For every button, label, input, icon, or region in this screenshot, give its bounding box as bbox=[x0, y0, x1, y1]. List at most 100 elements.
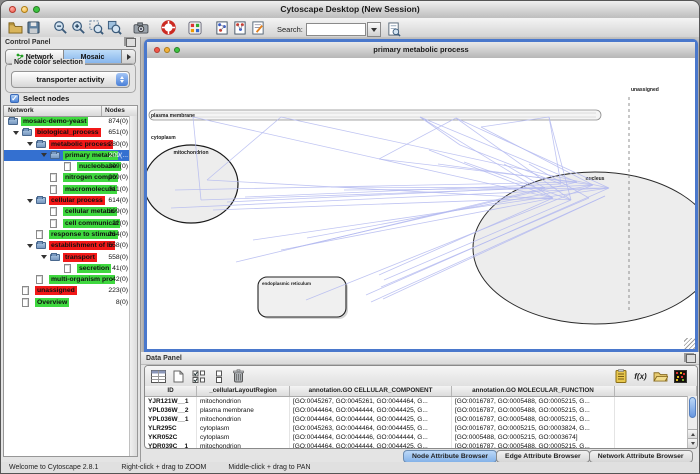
float-panel-icon[interactable] bbox=[126, 38, 136, 47]
graph-edge[interactable] bbox=[331, 187, 545, 188]
tree-row[interactable]: Overview8(0) bbox=[4, 297, 130, 308]
network-canvas[interactable]: plasma membranecytoplasmmitochondrionnuc… bbox=[147, 58, 695, 349]
control-panel: Control Panel Network Mosaic Node color … bbox=[1, 37, 141, 464]
graph-edge[interactable] bbox=[207, 117, 281, 180]
import-network-icon[interactable] bbox=[213, 19, 231, 36]
table-row[interactable]: YJR121W__1mitochondrion[GO:0045267, GO:0… bbox=[145, 397, 697, 406]
disclosure-triangle-icon[interactable] bbox=[13, 131, 19, 135]
annotation-icon[interactable] bbox=[249, 19, 267, 36]
tree-row[interactable]: transport558(0) bbox=[4, 252, 130, 263]
table-cell: mitochondrion bbox=[197, 415, 290, 424]
delete-attribute-icon[interactable] bbox=[230, 368, 247, 384]
import-table-icon[interactable] bbox=[231, 19, 249, 36]
tree-node-count: 264(0) bbox=[108, 230, 128, 239]
zoom-selected-icon[interactable] bbox=[87, 19, 105, 36]
tree-node-count: 558(0) bbox=[108, 241, 128, 250]
advanced-search-icon[interactable] bbox=[385, 21, 403, 38]
disclosure-triangle-icon[interactable] bbox=[27, 244, 33, 248]
save-session-icon[interactable] bbox=[24, 19, 42, 36]
zoom-in-icon[interactable] bbox=[69, 19, 87, 36]
column-header[interactable]: annotation.GO MOLECULAR_FUNCTION bbox=[452, 386, 615, 396]
table-row[interactable]: YPL036W__1mitochondrion[GO:0044464, GO:0… bbox=[145, 415, 697, 424]
frame-close-button[interactable] bbox=[154, 47, 160, 53]
frame-minimize-button[interactable] bbox=[164, 47, 170, 53]
import-attributes-icon[interactable] bbox=[612, 368, 629, 384]
tree-row[interactable]: response to stimulu264(0) bbox=[4, 229, 130, 240]
scroll-down-button[interactable] bbox=[688, 438, 697, 448]
disclosure-triangle-icon[interactable] bbox=[27, 199, 33, 203]
help-icon[interactable] bbox=[159, 19, 177, 36]
table-scrollbar[interactable] bbox=[687, 396, 697, 448]
column-header-filler bbox=[615, 386, 697, 396]
tree-scrollbar[interactable] bbox=[129, 116, 137, 456]
graph-edge[interactable] bbox=[379, 118, 456, 159]
table-row[interactable]: YLR295Ccytoplasm[GO:0045263, GO:0044464,… bbox=[145, 424, 697, 433]
zoom-out-icon[interactable] bbox=[51, 19, 69, 36]
file-icon bbox=[36, 275, 43, 284]
tree-row[interactable]: metabolic process280(0) bbox=[4, 139, 130, 150]
unselect-attributes-icon[interactable] bbox=[210, 368, 227, 384]
table-cell: YJR121W__1 bbox=[145, 397, 197, 406]
tree-row[interactable]: cellular metabo209(0) bbox=[4, 206, 130, 217]
file-icon bbox=[50, 219, 57, 228]
attribute-table-icon[interactable] bbox=[150, 368, 167, 384]
tree-node-count: 558(0) bbox=[108, 253, 128, 262]
table-row[interactable]: YPL036W__2plasma membrane[GO:0044464, GO… bbox=[145, 406, 697, 415]
open-session-icon[interactable] bbox=[6, 19, 24, 36]
tree-row[interactable]: biological_process651(0) bbox=[4, 127, 130, 138]
tree-node-label: cellular process bbox=[49, 196, 105, 205]
select-nodes-checkbox[interactable] bbox=[10, 94, 19, 103]
zoom-button[interactable] bbox=[33, 6, 40, 13]
matrix-view-icon[interactable] bbox=[672, 368, 689, 384]
new-attribute-icon[interactable] bbox=[170, 368, 187, 384]
graph-edge[interactable] bbox=[549, 117, 561, 184]
tree-row[interactable]: primary metabo209(... bbox=[4, 150, 130, 161]
window-titlebar[interactable]: Cytoscape Desktop (New Session) bbox=[1, 1, 699, 19]
vizmapper-icon[interactable] bbox=[186, 19, 204, 36]
close-button[interactable] bbox=[9, 6, 16, 13]
tree-column-nodes[interactable]: Nodes bbox=[101, 106, 137, 116]
formula-builder-label: f(x) bbox=[634, 372, 646, 381]
zoom-fit-icon[interactable] bbox=[105, 19, 123, 36]
tree-column-network[interactable]: Network bbox=[4, 106, 101, 116]
table-cell: [GO:0016787, GO:0005215, GO:0003824, G..… bbox=[452, 424, 615, 433]
tree-row[interactable]: unassigned223(0) bbox=[4, 285, 130, 296]
node-color-dropdown[interactable]: transporter activity bbox=[11, 71, 130, 88]
disclosure-triangle-icon[interactable] bbox=[41, 153, 47, 157]
node-color-groupbox: Node color selection transporter activit… bbox=[5, 63, 136, 93]
tree-row[interactable]: macromolecule311(0) bbox=[4, 184, 130, 195]
frame-zoom-button[interactable] bbox=[174, 47, 180, 53]
table-row[interactable]: YDR039C__1mitochondrion[GO:0044464, GO:0… bbox=[145, 442, 697, 449]
tree-row[interactable]: cell communicat22(0) bbox=[4, 218, 130, 229]
formula-builder-icon[interactable]: f(x) bbox=[632, 368, 649, 384]
graph-edge[interactable] bbox=[504, 164, 545, 188]
tab-overflow-button[interactable] bbox=[122, 50, 135, 64]
tree-row[interactable]: secretion41(0) bbox=[4, 263, 130, 274]
graph-edge[interactable] bbox=[420, 117, 553, 198]
select-attributes-icon[interactable] bbox=[190, 368, 207, 384]
open-attribute-file-icon[interactable] bbox=[652, 368, 669, 384]
table-row[interactable]: YKR052Ccytoplasm[GO:0044464, GO:0044446,… bbox=[145, 433, 697, 442]
table-cell: plasma membrane bbox=[197, 406, 290, 415]
tree-row[interactable]: nitrogen compo209(0) bbox=[4, 172, 130, 183]
tree-row[interactable]: nucleobase-209(0) bbox=[4, 161, 130, 172]
tree-node-label: mosaic-demo-yeast bbox=[21, 117, 88, 126]
snapshot-icon[interactable] bbox=[132, 19, 150, 36]
tree-row[interactable]: multi-organism pro42(0) bbox=[4, 274, 130, 285]
minimize-button[interactable] bbox=[21, 6, 28, 13]
network-view-titlebar[interactable]: primary metabolic process bbox=[147, 42, 695, 59]
search-input[interactable] bbox=[306, 23, 366, 36]
scrollbar-thumb[interactable] bbox=[689, 397, 696, 418]
float-panel-icon[interactable] bbox=[686, 354, 696, 363]
search-dropdown-button[interactable] bbox=[367, 22, 381, 37]
column-header[interactable]: _cellularLayoutRegion bbox=[197, 386, 290, 396]
status-welcome: Welcome to Cytoscape 2.8.1 bbox=[9, 464, 98, 471]
tree-row[interactable]: mosaic-demo-yeast874(0) bbox=[4, 116, 130, 127]
tree-row[interactable]: establishment of lo558(0) bbox=[4, 240, 130, 251]
disclosure-triangle-icon[interactable] bbox=[41, 255, 47, 259]
column-header[interactable]: annotation.GO CELLULAR_COMPONENT bbox=[290, 386, 452, 396]
column-header[interactable]: ID bbox=[145, 386, 197, 396]
resize-grip[interactable] bbox=[684, 338, 695, 349]
disclosure-triangle-icon[interactable] bbox=[27, 142, 33, 146]
tree-row[interactable]: cellular process614(0) bbox=[4, 195, 130, 206]
